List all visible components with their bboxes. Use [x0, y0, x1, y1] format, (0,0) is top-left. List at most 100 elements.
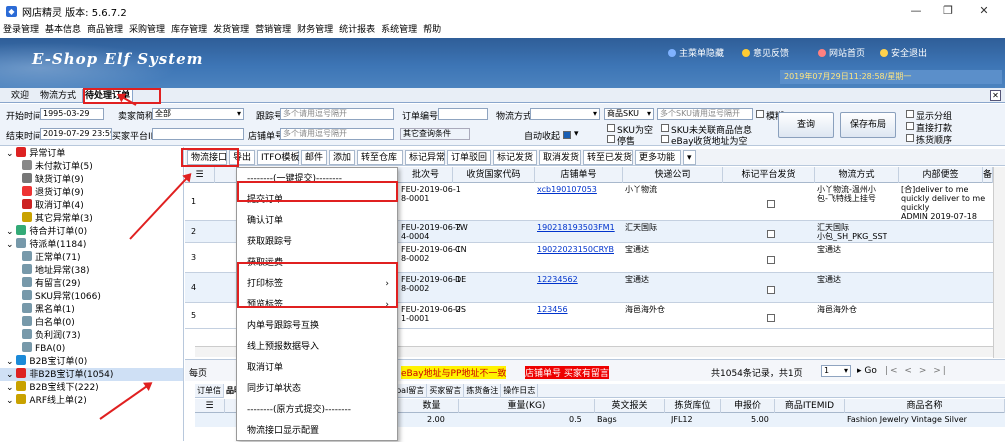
tree-node[interactable]: ⌄ B2B宝线下(222) [0, 381, 183, 394]
detail-col-declared[interactable]: 申报价 [721, 399, 775, 413]
detail-col-customs-en[interactable]: 英文报关 [595, 399, 665, 413]
detail-col-weight[interactable]: 重量(KG) [459, 399, 595, 413]
close-window-button[interactable]: ✕ [974, 3, 994, 19]
context-menu-item[interactable]: 线上预报数据导入 [237, 336, 397, 358]
mark-shipped-checkbox[interactable] [767, 200, 775, 208]
tab-welcome[interactable]: 欢迎 [8, 89, 32, 103]
tree-node[interactable]: ⌄ ARF线上单(2) [0, 394, 183, 407]
context-menu-item[interactable]: 同步订单状态 [237, 378, 397, 400]
detail-col-itemid[interactable]: 商品ITEMID [775, 399, 845, 413]
menu-item[interactable]: 采购管理 [126, 22, 168, 38]
cell-store-order[interactable]: 190218193503FM1 [537, 223, 615, 232]
tree-node[interactable]: SKU异常(1066) [0, 290, 183, 303]
tree-node[interactable]: 有留言(29) [0, 277, 183, 290]
tree-node[interactable]: 退货订单(9) [0, 186, 183, 199]
detail-tab[interactable]: 拣货备注 [464, 384, 502, 398]
direct-print-checkbox[interactable] [906, 122, 914, 130]
ebay-addr-checkbox[interactable] [661, 135, 669, 143]
detail-col-qty[interactable]: 数量 [405, 399, 459, 413]
toolbar-button[interactable]: 转至已发货 [583, 150, 633, 165]
chevron-down-icon[interactable]: ⌄ [6, 383, 16, 393]
sku-empty-checkbox[interactable] [607, 124, 615, 132]
sku-unlinked-checkbox[interactable] [661, 124, 669, 132]
context-menu-item[interactable]: 获取跟踪号 [237, 231, 397, 253]
detail-tab[interactable]: 买家留言 [427, 384, 465, 398]
chevron-down-icon[interactable]: ⌄ [6, 240, 16, 250]
tab-shipping-method[interactable]: 物流方式 [37, 89, 79, 103]
menu-item[interactable]: 发货管理 [210, 22, 252, 38]
fuzzy-checkbox[interactable] [756, 110, 764, 118]
toolbar-button[interactable]: 取消发货 [539, 150, 581, 165]
context-menu-item[interactable]: 确认订单 [237, 210, 397, 232]
chevron-down-icon[interactable]: ⌄ [6, 149, 16, 159]
tree-node[interactable]: 白名单(0) [0, 316, 183, 329]
banner-link-feedback[interactable]: 意见反馈 [742, 46, 789, 59]
tree-node[interactable]: ⌄ 非B2B宝订单(1054) [0, 368, 183, 381]
pick-order-checkbox[interactable] [906, 134, 914, 142]
product-sku-select[interactable]: 商品SKU ▾ [604, 108, 654, 120]
buyer-id-input[interactable] [152, 128, 244, 140]
tree-node[interactable]: 正常单(71) [0, 251, 183, 264]
tree-node[interactable]: ⌄ 待派单(1184) [0, 238, 183, 251]
tree-node[interactable]: ⌄ 异常订单 [0, 147, 183, 160]
context-menu-item[interactable]: 物流接口显示配置 [237, 420, 397, 442]
context-menu-item[interactable]: 内单号跟踪号互换 [237, 315, 397, 337]
chevron-down-icon[interactable]: ⌄ [6, 370, 16, 380]
query-button[interactable]: 查询 [778, 112, 834, 138]
shipping-select[interactable]: ▾ [530, 108, 600, 120]
tree-node[interactable]: 缺货订单(9) [0, 173, 183, 186]
detail-tab[interactable]: 操作日志 [501, 384, 539, 398]
pagination-nav[interactable]: |< < > >| [885, 366, 948, 376]
menu-item[interactable]: 营销管理 [252, 22, 294, 38]
detail-menu-icon[interactable]: ☰ [195, 399, 225, 413]
start-time-input[interactable]: 1995-03-29 [40, 108, 104, 120]
detail-tab[interactable]: 订单信 [195, 384, 224, 398]
menu-item[interactable]: 库存管理 [168, 22, 210, 38]
mark-shipped-checkbox[interactable] [767, 314, 775, 322]
menu-item[interactable]: 帮助 [420, 22, 444, 38]
cell-store-order[interactable]: 123456 [537, 305, 568, 314]
chevron-down-icon[interactable]: ▾ [683, 150, 696, 165]
cell-store-order[interactable]: xcb190107053 [537, 185, 597, 194]
tracking-input[interactable]: 多个请用逗号隔开 [280, 108, 394, 120]
close-tab-icon[interactable]: ✕ [990, 90, 1001, 101]
chevron-down-icon[interactable]: ⌄ [6, 396, 16, 406]
col-internal-note[interactable]: 内部便签 [899, 167, 983, 183]
grid-vertical-scrollbar[interactable] [993, 167, 1005, 358]
chevron-down-icon[interactable]: ⌄ [6, 227, 16, 237]
seller-select[interactable]: 全部 ▾ [152, 108, 244, 120]
menu-item[interactable]: 系统管理 [378, 22, 420, 38]
save-layout-button[interactable]: 保存布局 [840, 112, 896, 138]
end-time-input[interactable]: 2019-07-29 23:59: [40, 128, 112, 140]
cell-store-order[interactable]: 19022023150CRYB [537, 245, 614, 254]
toolbar-button[interactable]: 转至仓库 [357, 150, 403, 165]
go-button[interactable]: ▸ Go [857, 366, 877, 376]
stopped-checkbox[interactable] [607, 135, 615, 143]
detail-col-product-name[interactable]: 商品名称 [845, 399, 1005, 413]
cell-store-order[interactable]: 12234562 [537, 275, 578, 284]
tree-node[interactable]: FBA(0) [0, 342, 183, 355]
menu-item[interactable]: 登录管理 [0, 22, 42, 38]
mark-shipped-checkbox[interactable] [767, 286, 775, 294]
tree-node[interactable]: 其它异常单(3) [0, 212, 183, 225]
menu-item[interactable]: 财务管理 [294, 22, 336, 38]
toolbar-button[interactable]: 标记异常 [405, 150, 445, 165]
toolbar-button[interactable]: 更多功能 [635, 150, 681, 165]
toolbar-button[interactable]: 订单驳回 [447, 150, 491, 165]
chevron-down-icon[interactable]: ⌄ [6, 357, 16, 367]
detail-col-location[interactable]: 拣货库位 [665, 399, 721, 413]
tree-node[interactable]: ⌄ 待合并订单(0) [0, 225, 183, 238]
maximize-button[interactable]: ❐ [938, 3, 958, 19]
banner-link-hide-menu[interactable]: 主菜单隐藏 [668, 46, 724, 59]
col-express[interactable]: 快递公司 [623, 167, 723, 183]
tree-node[interactable]: ⌄ B2B宝订单(0) [0, 355, 183, 368]
col-store-order[interactable]: 店铺单号 [535, 167, 623, 183]
banner-link-logout[interactable]: 安全退出 [880, 46, 927, 59]
order-no-input[interactable] [438, 108, 488, 120]
auto-collapse-checkbox[interactable] [563, 131, 571, 139]
toolbar-button[interactable]: 邮件 [301, 150, 327, 165]
mark-shipped-checkbox[interactable] [767, 230, 775, 238]
chevron-down-icon[interactable]: ▾ [574, 129, 579, 139]
tree-node[interactable]: 负利润(73) [0, 329, 183, 342]
col-country[interactable]: 收货国家代码 [453, 167, 535, 183]
